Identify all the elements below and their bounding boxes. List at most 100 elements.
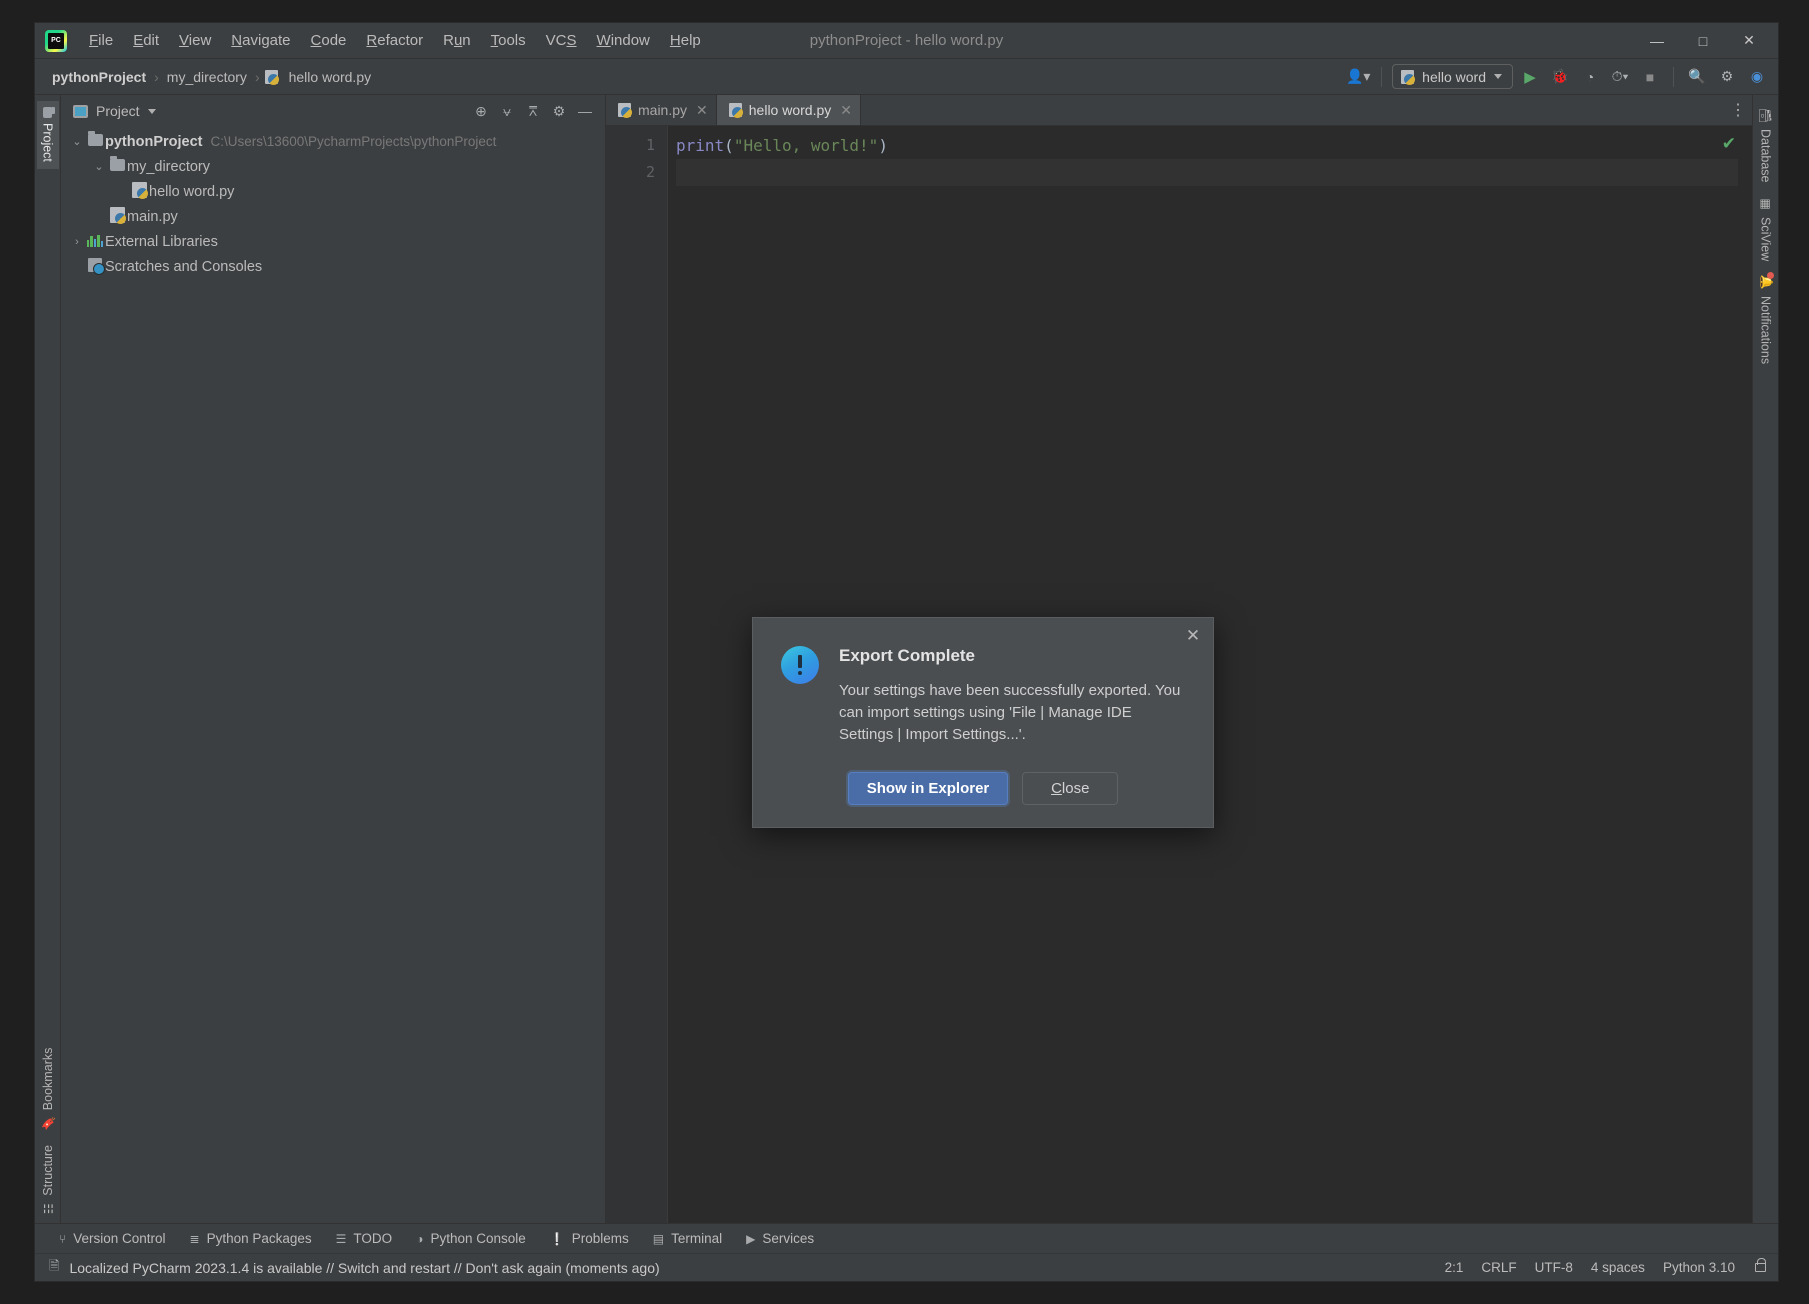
user-account-icon[interactable]: 👤▾ xyxy=(1345,64,1371,90)
tree-node[interactable]: › External Libraries xyxy=(61,229,605,254)
settings-gear-icon[interactable]: ⚙ xyxy=(547,99,571,123)
breadcrumb-separator: › xyxy=(254,68,260,85)
tree-node-label: Scratches and Consoles xyxy=(105,258,263,275)
settings-gear-icon[interactable]: ⚙ xyxy=(1714,64,1740,90)
project-folder-icon xyxy=(43,107,52,118)
minimize-button[interactable]: — xyxy=(1634,24,1680,58)
menu-item-tools[interactable]: Tools xyxy=(481,29,536,52)
debug-bug-icon[interactable]: 🐞 xyxy=(1547,64,1573,90)
bottom-tool-terminal[interactable]: ▤ Terminal xyxy=(643,1228,732,1249)
dialog-body: Export Complete Your settings have been … xyxy=(753,618,1213,746)
status-notification-text[interactable]: Localized PyCharm 2023.1.4 is available … xyxy=(69,1260,659,1276)
dialog-text-block: Export Complete Your settings have been … xyxy=(839,646,1184,746)
sidebar-item-database[interactable]: 🗃 Database xyxy=(1755,101,1777,190)
menu-item-help[interactable]: Help xyxy=(660,29,711,52)
bottom-tool-version-control[interactable]: ⑂ Version Control xyxy=(49,1228,176,1249)
menu-item-file[interactable]: File xyxy=(79,29,123,52)
bottom-tool-todo[interactable]: ☰ TODO xyxy=(326,1228,403,1249)
expand-all-icon[interactable]: ⩝ xyxy=(495,99,519,123)
close-icon[interactable]: ✕ xyxy=(1183,626,1203,646)
hide-panel-icon[interactable]: — xyxy=(573,99,597,123)
menu-item-code[interactable]: Code xyxy=(301,29,357,52)
sidebar-item-label: Database xyxy=(1758,129,1773,183)
bottom-tool-python-console[interactable]: ◑ Python Console xyxy=(406,1228,536,1249)
code-token: print xyxy=(676,136,725,155)
menu-item-run[interactable]: Run xyxy=(433,29,481,52)
collapse-all-icon[interactable]: ⩞ xyxy=(521,99,545,123)
select-opened-file-icon[interactable]: ⊕ xyxy=(469,99,493,123)
python-interpreter[interactable]: Python 3.10 xyxy=(1663,1260,1735,1275)
sidebar-item-bookmarks[interactable]: 🔖 Bookmarks xyxy=(37,1041,59,1138)
main-toolbar: pythonProject › my_directory › hello word.py… xyxy=(35,59,1778,95)
sidebar-item-sciview[interactable]: ▦ SciView xyxy=(1755,190,1777,268)
menu-item-vcs[interactable]: VCS xyxy=(536,29,587,52)
tree-expand-arrow-icon[interactable]: ⌄ xyxy=(69,135,85,148)
profiler-icon[interactable]: ⏱▾ xyxy=(1607,64,1633,90)
menu-item-view[interactable]: View xyxy=(169,29,221,52)
indent-setting[interactable]: 4 spaces xyxy=(1591,1260,1645,1275)
tree-node-label: pythonProject xyxy=(105,133,203,150)
close-button[interactable]: Close xyxy=(1022,772,1119,805)
bottom-tool-label: Services xyxy=(762,1231,815,1246)
python-file-icon xyxy=(129,182,149,201)
stop-square-icon[interactable]: ■ xyxy=(1637,64,1663,90)
line-separator[interactable]: CRLF xyxy=(1481,1260,1516,1275)
tree-expand-arrow-icon[interactable]: ⌄ xyxy=(91,160,107,173)
inspection-ok-checkmark[interactable]: ✔ xyxy=(1722,134,1736,154)
notification-badge xyxy=(1766,271,1774,279)
more-options-icon[interactable]: ⋮ xyxy=(1724,95,1752,125)
toolbar-actions: 👤▾ hello word ▶ 🐞 ◔ ⏱▾ ■ 🔍 ⚙ ◉ xyxy=(1345,64,1770,90)
bottom-tool-problems[interactable]: ❕ Problems xyxy=(540,1228,639,1249)
breadcrumb-item[interactable]: hello word.py xyxy=(286,67,375,87)
show-in-explorer-button[interactable]: Show in Explorer xyxy=(847,772,1009,805)
ide-updates-icon[interactable]: ◉ xyxy=(1744,64,1770,90)
close-window-button[interactable]: ✕ xyxy=(1726,24,1772,58)
tree-node[interactable]: ⌄ my_directory xyxy=(61,154,605,179)
menu-item-navigate[interactable]: Navigate xyxy=(221,29,300,52)
sidebar-item-project[interactable]: Project xyxy=(36,101,59,169)
run-play-icon[interactable]: ▶ xyxy=(1517,64,1543,90)
bottom-tool-label: Terminal xyxy=(671,1231,723,1246)
file-encoding[interactable]: UTF-8 xyxy=(1535,1260,1573,1275)
close-tab-icon[interactable]: ✕ xyxy=(696,102,708,119)
line-number-gutter: 12 xyxy=(606,126,668,1223)
editor-tab-label: hello word.py xyxy=(748,102,832,118)
bottom-tool-label: Python Console xyxy=(430,1231,526,1246)
dialog-actions: Show in Explorer Close xyxy=(753,746,1213,827)
editor-scrollbar[interactable] xyxy=(1738,126,1752,1223)
tree-node-label: External Libraries xyxy=(105,233,218,250)
search-everywhere-icon[interactable]: 🔍 xyxy=(1684,64,1710,90)
run-with-coverage-icon[interactable]: ◔ xyxy=(1577,64,1603,90)
run-configuration-selector[interactable]: hello word xyxy=(1392,64,1513,89)
bottom-tool-python-packages[interactable]: ≣ Python Packages xyxy=(180,1228,322,1249)
toolbar-divider-2 xyxy=(1673,66,1674,87)
read-only-lock-icon[interactable] xyxy=(1755,1258,1766,1272)
pycharm-logo-icon xyxy=(45,29,67,52)
sidebar-item-structure[interactable]: ☷ Structure xyxy=(37,1138,59,1223)
bottom-tool-services[interactable]: ▶ Services xyxy=(736,1228,824,1249)
menu-item-refactor[interactable]: Refactor xyxy=(356,29,433,52)
editor-tab[interactable]: main.py ✕ xyxy=(606,95,717,125)
caret-position[interactable]: 2:1 xyxy=(1445,1260,1464,1275)
close-tab-icon[interactable]: ✕ xyxy=(840,102,852,119)
tree-node[interactable]: main.py xyxy=(61,204,605,229)
menu-item-edit[interactable]: Edit xyxy=(123,29,169,52)
notification-event-log-icon[interactable]: 🗎 xyxy=(49,1257,59,1279)
sidebar-item-label: Notifications xyxy=(1758,295,1773,364)
breadcrumb-item[interactable]: my_directory xyxy=(164,67,250,87)
editor-tab[interactable]: hello word.py ✕ xyxy=(716,95,861,125)
menu-item-window[interactable]: Window xyxy=(587,29,660,52)
tree-node[interactable]: hello word.py xyxy=(61,179,605,204)
chevron-down-icon[interactable] xyxy=(147,108,156,114)
tree-node[interactable]: ⌄ pythonProject C:\Users\13600\PycharmProj… xyxy=(61,129,605,154)
tree-expand-arrow-icon[interactable]: › xyxy=(69,236,85,248)
scratches-icon xyxy=(85,258,105,275)
breadcrumb-item[interactable]: pythonProject xyxy=(49,67,149,87)
dialog-message: Your settings have been successfully exp… xyxy=(839,682,1181,743)
bottom-tool-label: Python Packages xyxy=(206,1231,312,1246)
maximize-button[interactable]: □ xyxy=(1680,24,1726,58)
tree-node[interactable]: Scratches and Consoles xyxy=(61,254,605,279)
sidebar-item-label: Bookmarks xyxy=(40,1048,55,1111)
sidebar-item-notifications[interactable]: 🔔 Notifications xyxy=(1755,268,1777,371)
database-icon: 🗃 xyxy=(1757,108,1774,123)
